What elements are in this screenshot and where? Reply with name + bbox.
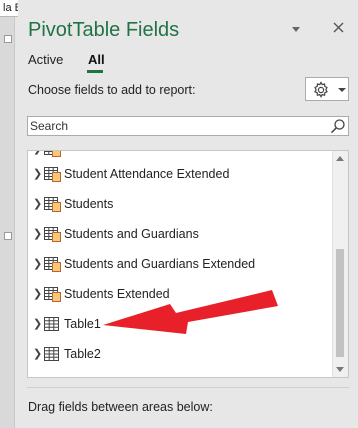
tab-all[interactable]: All [88, 52, 105, 67]
tab-all-indicator [87, 70, 103, 73]
field-item[interactable]: ❯ Students and Guardians [28, 220, 333, 250]
section-divider [27, 387, 349, 388]
table-related-icon [44, 287, 61, 302]
search-box[interactable] [27, 116, 349, 136]
close-pane-button[interactable] [332, 21, 345, 36]
field-list-scrollbar[interactable] [332, 151, 348, 377]
chevron-down-icon [292, 27, 300, 32]
expand-icon[interactable]: ❯ [33, 289, 42, 300]
resize-handle[interactable] [4, 35, 12, 43]
expand-icon[interactable]: ❯ [33, 349, 42, 360]
field-label: Table1 [64, 317, 101, 331]
pane-options-button[interactable] [291, 24, 301, 36]
search-input[interactable] [30, 118, 320, 134]
field-item-table2[interactable]: ❯ Table2 [28, 340, 333, 370]
field-label: Table2 [64, 347, 101, 361]
table-related-icon [44, 227, 61, 242]
pane-title: PivotTable Fields [28, 19, 180, 41]
gear-icon [314, 81, 328, 98]
scroll-down-icon[interactable] [336, 367, 344, 372]
table-icon [44, 317, 59, 331]
field-item-table1[interactable]: ❯ Table1 [28, 310, 333, 340]
tab-active[interactable]: Active [28, 52, 63, 67]
close-icon [333, 22, 344, 33]
search-icon[interactable] [330, 118, 346, 134]
expand-icon[interactable]: ❯ [33, 151, 42, 155]
expand-icon[interactable]: ❯ [33, 199, 42, 210]
expand-icon[interactable]: ❯ [33, 169, 42, 180]
table-icon [44, 347, 59, 361]
field-label: Students Extended [64, 287, 170, 301]
table-related-icon [44, 257, 61, 272]
field-label: Students and Guardians Extended [64, 257, 256, 271]
field-item[interactable]: ❯ Student Attendance Extended [28, 160, 333, 190]
expand-icon[interactable]: ❯ [33, 319, 42, 330]
field-item[interactable]: ❯ Students and Guardians Extended [28, 250, 333, 280]
pivottable-fields-pane: PivotTable Fields Active All Choose fiel… [18, 0, 358, 428]
field-list-settings-button[interactable] [305, 77, 349, 101]
resize-handle[interactable] [4, 232, 12, 240]
field-label: Students [64, 197, 114, 211]
expand-icon[interactable]: ❯ [33, 259, 42, 270]
field-label: Student Attendance Extended [64, 167, 230, 181]
table-related-icon [44, 151, 61, 157]
field-label: Students and Guardians [64, 227, 199, 241]
choose-fields-label: Choose fields to add to report: [28, 83, 196, 97]
worksheet-edge [0, 17, 15, 428]
field-list: ❯ ❯ Student Attendance Extended ❯ [27, 150, 349, 378]
expand-icon[interactable]: ❯ [33, 229, 42, 240]
chevron-down-icon [338, 88, 346, 92]
field-item[interactable]: ❯ Students [28, 190, 333, 220]
scrollbar-thumb[interactable] [336, 249, 344, 357]
field-item[interactable]: ❯ Students Extended [28, 280, 333, 310]
scroll-up-icon[interactable] [336, 156, 344, 161]
table-related-icon [44, 167, 61, 182]
excel-window: la Bar PivotTable Fields Active All Choo… [0, 0, 358, 428]
drag-fields-label: Drag fields between areas below: [28, 400, 213, 414]
table-related-icon [44, 197, 61, 212]
